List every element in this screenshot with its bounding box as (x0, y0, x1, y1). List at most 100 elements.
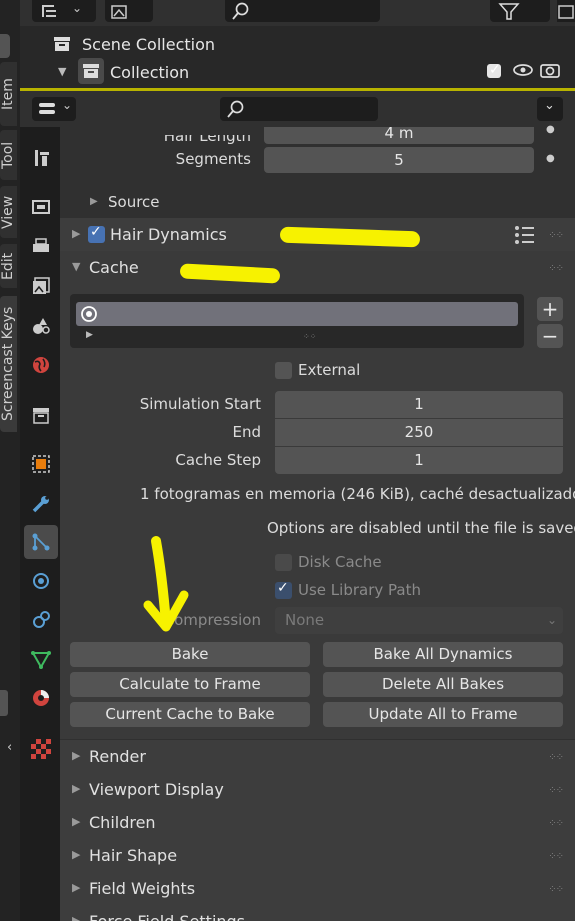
drag-grip-icon[interactable]: ⁘⁘ (548, 851, 564, 862)
camera-icon[interactable] (539, 61, 561, 79)
tab-modifiers[interactable] (24, 487, 58, 521)
tab-particles[interactable] (24, 525, 58, 559)
outliner-search-input[interactable] (225, 0, 380, 22)
hair-shape-panel-header[interactable]: ▶ Hair Shape ⁘⁘ (60, 839, 575, 872)
list-mode-icon (42, 5, 56, 17)
tab-object[interactable] (24, 447, 58, 481)
panel-title: Viewport Display (89, 780, 224, 799)
new-collection-button[interactable] (557, 0, 575, 22)
cache-title: Cache (89, 258, 139, 277)
physics-icon (33, 573, 49, 589)
viewport-header-fragment (0, 34, 10, 58)
delete-all-bakes-button[interactable]: Delete All Bakes (323, 672, 563, 697)
filter-type-dropdown[interactable] (105, 0, 153, 22)
options-dropdown[interactable]: ⌄ (537, 97, 563, 121)
hair-dynamics-title: Hair Dynamics (110, 225, 227, 244)
sidebar-tab-item[interactable]: Item (0, 62, 17, 126)
tab-scene[interactable] (24, 309, 58, 343)
end-field[interactable]: 250 (275, 419, 563, 446)
chevron-down-icon: ⌄ (62, 98, 73, 112)
expand-icon: ▶ (72, 782, 81, 795)
segments-label: Segments (175, 150, 251, 168)
keyframe-dot-icon[interactable]: ● (546, 124, 555, 135)
tab-tool[interactable] (24, 141, 58, 175)
cache-step-field[interactable]: 1 (275, 447, 563, 474)
children-panel-header[interactable]: ▶ Children ⁘⁘ (60, 806, 575, 839)
drag-grip-icon[interactable]: ⁘⁘ (548, 818, 564, 829)
tab-world[interactable] (24, 348, 58, 382)
panel-title: Hair Shape (89, 846, 178, 865)
hair-dynamics-checkbox[interactable] (88, 224, 105, 243)
bake-button[interactable]: Bake (70, 642, 310, 667)
list-resize-grip-icon[interactable]: ⁘⁘ (303, 332, 316, 341)
compression-dropdown[interactable]: None ⌄ (275, 607, 563, 634)
outliner-area: ⌄ Scene Collection ▼ Collection (20, 0, 575, 91)
external-checkbox[interactable] (275, 362, 292, 379)
disk-cache-label: Disk Cache (298, 553, 382, 571)
drag-grip-icon[interactable]: ⁘⁘ (548, 752, 564, 763)
use-library-path-checkbox[interactable] (275, 580, 292, 599)
chevron-left-icon[interactable]: ‹ (7, 740, 12, 755)
physics-cache-icon (81, 306, 97, 322)
sidebar-tab-screencast-keys[interactable]: Screencast Keys (0, 296, 17, 432)
sidebar-scrollbar[interactable] (0, 690, 8, 716)
drag-grip-icon[interactable]: ⁘⁘ (548, 263, 564, 274)
eye-icon[interactable] (512, 61, 534, 79)
presets-list-icon[interactable] (514, 225, 536, 245)
tab-collection[interactable] (24, 398, 58, 432)
tab-constraints[interactable] (24, 603, 58, 637)
tab-data[interactable] (24, 642, 58, 676)
simulation-start-label: Simulation Start (139, 395, 261, 413)
sidebar-tab-view[interactable]: View (0, 186, 17, 238)
tab-render[interactable] (24, 190, 58, 224)
sidebar-tab-edit[interactable]: Edit (0, 244, 17, 288)
expand-icon: ▶ (72, 749, 81, 762)
list-filter-expand-icon[interactable]: ▶ (86, 330, 93, 340)
disk-cache-checkbox[interactable] (275, 554, 292, 571)
tab-view-layer[interactable] (24, 269, 58, 303)
add-cache-button[interactable]: + (537, 297, 563, 321)
display-mode-dropdown[interactable]: ⌄ (32, 0, 96, 22)
end-label: End (232, 423, 261, 441)
cache-list-item[interactable] (76, 302, 518, 326)
tab-output[interactable] (24, 230, 58, 264)
field-weights-panel-header[interactable]: ▶ Field Weights ⁘⁘ (60, 872, 575, 905)
drag-grip-icon[interactable]: ⁘⁘ (548, 785, 564, 796)
render-panel-header[interactable]: ▶ Render ⁘⁘ (60, 740, 575, 773)
keyframe-dot-icon[interactable]: ● (546, 153, 555, 164)
editor-type-dropdown[interactable]: ⌄ (32, 97, 76, 121)
viewport-display-panel-header[interactable]: ▶ Viewport Display ⁘⁘ (60, 773, 575, 806)
tab-physics[interactable] (24, 564, 58, 598)
remove-cache-button[interactable]: − (537, 324, 563, 348)
bake-all-dynamics-button[interactable]: Bake All Dynamics (323, 642, 563, 667)
drag-grip-icon[interactable]: ⁘⁘ (548, 884, 564, 895)
annotation-arrow (143, 536, 189, 632)
wrench-icon (32, 496, 49, 513)
collapse-triangle-icon[interactable]: ▼ (58, 65, 66, 78)
panel-title: Children (89, 813, 156, 832)
panel-title: Field Weights (89, 879, 196, 898)
collection-label[interactable]: Collection (110, 63, 189, 82)
object-icon (32, 455, 50, 473)
scene-collection-label[interactable]: Scene Collection (82, 35, 215, 54)
source-subpanel-label[interactable]: Source (108, 193, 160, 211)
simulation-start-field[interactable]: 1 (275, 391, 563, 418)
calculate-to-frame-button[interactable]: Calculate to Frame (70, 672, 310, 697)
current-cache-to-bake-button[interactable]: Current Cache to Bake (70, 702, 310, 727)
segments-field[interactable]: 5 (264, 147, 534, 173)
filter-dropdown[interactable] (490, 0, 550, 22)
material-icon (33, 690, 49, 706)
cache-panel-header[interactable]: ▼ Cache ⁘⁘ (60, 251, 575, 284)
search-icon (227, 100, 244, 118)
drag-grip-icon[interactable]: ⁘⁘ (548, 230, 564, 241)
exclude-checkbox[interactable] (487, 62, 501, 78)
cache-disabled-note: Options are disabled until the file is s… (267, 519, 575, 537)
scene-icon (33, 318, 50, 334)
sidebar-tab-tool[interactable]: Tool (0, 130, 17, 180)
tab-texture[interactable] (24, 732, 58, 766)
tab-material[interactable] (24, 681, 58, 715)
source-expand-icon[interactable]: ▶ (90, 196, 98, 207)
update-all-to-frame-button[interactable]: Update All to Frame (323, 702, 563, 727)
properties-search-input[interactable] (220, 97, 378, 121)
force-field-settings-panel-header[interactable]: ▶ Force Field Settings (60, 905, 575, 921)
